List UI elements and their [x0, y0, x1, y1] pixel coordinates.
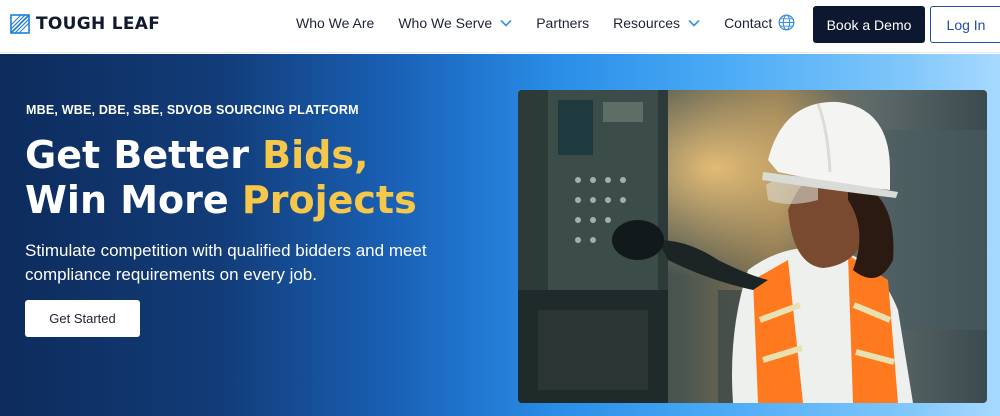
top-navigation: TOUGH LEAF Who We Are Who We Serve Partn…: [0, 0, 1000, 53]
get-started-button[interactable]: Get Started: [25, 300, 140, 337]
headline-accent: Projects: [241, 178, 417, 222]
hero-subheadline: Stimulate competition with qualified bid…: [25, 241, 427, 284]
login-button[interactable]: Log In: [930, 6, 1000, 43]
nav-item-resources[interactable]: Resources: [613, 15, 700, 31]
chevron-down-icon: [500, 19, 512, 27]
nav-item-label: Resources: [613, 15, 681, 31]
nav-item-label: Who We Are: [296, 15, 375, 31]
hero-headline: Get Better Bids, Win More Projects: [25, 133, 417, 223]
nav-item-who-we-serve[interactable]: Who We Serve: [398, 15, 512, 31]
nav-item-label: Partners: [536, 15, 590, 31]
nav-item-contact[interactable]: Contact: [724, 15, 772, 31]
hero-photo: [518, 90, 987, 403]
nav-item-partners[interactable]: Partners: [536, 15, 589, 31]
leaf-logo-icon: [10, 14, 30, 34]
hero-eyebrow: MBE, WBE, DBE, SBE, SDVOB SOURCING PLATF…: [26, 103, 359, 117]
book-demo-button[interactable]: Book a Demo: [813, 6, 925, 43]
nav-item-label: Contact: [724, 15, 773, 31]
brand-name: TOUGH LEAF: [36, 14, 161, 34]
headline-line-1: Get Better Bids,: [25, 133, 417, 178]
nav-item-who-we-are[interactable]: Who We Are: [296, 15, 374, 31]
main-menu: Who We Are Who We Serve Partners Resourc…: [296, 0, 796, 46]
chevron-down-icon: [688, 19, 700, 27]
nav-item-label: Who We Serve: [398, 15, 493, 31]
worker-photo-illustration: [518, 90, 987, 403]
headline-line-2: Win More Projects: [25, 178, 417, 223]
brand-logo[interactable]: TOUGH LEAF: [10, 14, 160, 34]
headline-accent: Bids,: [262, 133, 369, 177]
headline-text: Win More: [25, 178, 242, 222]
headline-text: Get Better: [25, 133, 263, 177]
globe-icon[interactable]: [778, 14, 795, 31]
